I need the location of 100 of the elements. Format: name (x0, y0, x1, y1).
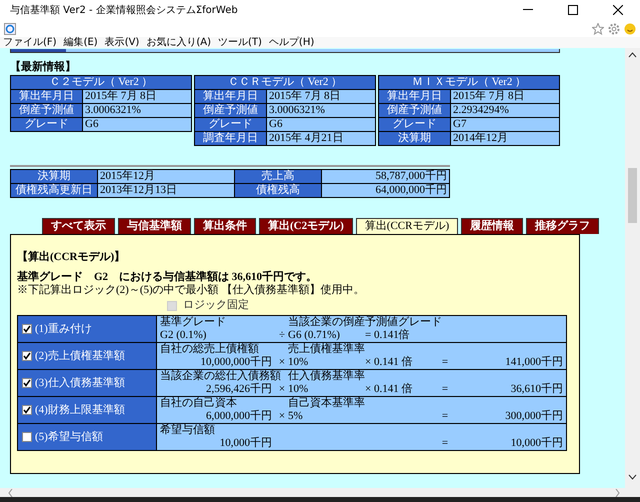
value-cell: 2014年12月 (450, 132, 560, 146)
operator: × (278, 410, 286, 423)
label-cell: 倒産予測値 (194, 104, 266, 118)
value-cell: 2015年 7月 8日 (82, 90, 192, 104)
section-heading: 【最新情報】 (10, 61, 77, 74)
tab[interactable]: 算出(CCRモデル) (356, 218, 458, 234)
row-label: (5)希望与信額 (35, 430, 103, 444)
rate-value: 5% (288, 410, 304, 423)
menu-item[interactable]: ツール(T) (218, 37, 262, 48)
amount-value: 6,000,000千円 (205, 410, 273, 423)
field-label: 自己資本基準率 (288, 397, 366, 410)
value-cell: 3.0006321% (82, 104, 192, 118)
field-label: 売上債権基準率 (288, 343, 366, 356)
close-icon[interactable] (612, 5, 622, 15)
scroll-down-icon[interactable] (628, 474, 637, 480)
row-label: (2)売上債権基準額 (35, 350, 125, 362)
value-cell: G6 (82, 118, 192, 132)
menu-item[interactable]: ヘルプ(H) (268, 37, 314, 48)
amount-value: 2,596,426千円 (205, 383, 273, 396)
factor-value: × 0.141 倍 (365, 356, 414, 369)
tab[interactable]: すべて表示 (42, 218, 115, 234)
value-cell: 64,000,000千円 (322, 184, 450, 198)
label-cell: グレード (10, 118, 82, 132)
field-label: 基準グレード (160, 316, 227, 329)
label-cell: 売上高 (234, 170, 322, 184)
row-label: (1)重み付け (35, 322, 92, 336)
label-cell: 倒産予測値 (10, 104, 82, 118)
note-text: ※下記算出ロジック(2)～(5)の中で最小額 【仕入債務基準額】使用中。 (17, 284, 366, 297)
result-value: 10,000千円 (510, 437, 563, 450)
operator: × (278, 383, 286, 396)
label-cell: グレード (378, 118, 450, 132)
label-cell: 決算期 (378, 132, 450, 146)
panel-heading: 【算出(CCRモデル)】 (17, 251, 126, 264)
menu-item[interactable]: お気に入り(A) (146, 37, 211, 48)
scroll-thumb[interactable] (628, 168, 637, 223)
value-cell: 2015年 7月 8日 (266, 90, 376, 104)
result-text: 基準グレード G2 における与信基準額は 36,610千円です。 (17, 271, 318, 284)
label-cell: 算出年月日 (378, 90, 450, 104)
row-checkbox[interactable] (22, 324, 32, 334)
value-cell: 2015年12月 (98, 170, 235, 184)
row-checkbox[interactable] (22, 351, 32, 361)
operator: × (278, 356, 286, 369)
scroll-up-icon[interactable] (628, 52, 637, 58)
minimize-icon[interactable] (522, 9, 532, 11)
field-label: 希望与信額 (160, 424, 216, 437)
row-label: (3)仕入債務基準額 (35, 376, 125, 390)
equals-sign: = (440, 383, 450, 396)
field-label: 自社の総売上債権額 (160, 343, 260, 356)
value-cell: 2013年12月13日 (98, 184, 235, 198)
value-cell: 2.2934294% (450, 104, 560, 118)
label-cell: 倒産予測値 (378, 104, 450, 118)
equals-sign: = (440, 356, 450, 369)
gear-icon[interactable] (608, 22, 620, 34)
row-checkbox[interactable] (22, 405, 32, 415)
value-cell: G7 (450, 118, 560, 132)
rate-value: 10% (288, 383, 310, 396)
label-cell: 算出年月日 (194, 90, 266, 104)
browser-icon[interactable] (4, 22, 16, 34)
label-cell: 算出年月日 (10, 90, 82, 104)
table-header: ＭＩＸモデル（ Ver2 ） (378, 76, 560, 90)
operator: ÷ (278, 329, 286, 342)
factor-value: × 0.141 倍 (365, 383, 414, 396)
row-checkbox[interactable] (22, 378, 32, 388)
label-cell: 債権残高 (234, 184, 322, 198)
value-cell: 58,787,000千円 (322, 170, 450, 184)
tab[interactable]: 算出(C2モデル) (259, 218, 353, 234)
label-cell: 決算期 (10, 170, 98, 184)
maximize-icon[interactable] (568, 5, 578, 15)
label-cell: グレード (194, 118, 266, 132)
window-title: 与信基準額 Ver2 - 企業情報照会システムΣforWeb (10, 4, 239, 16)
tab[interactable]: 算出条件 (194, 218, 256, 234)
value-cell: G6 (266, 118, 376, 132)
rate-value: 10% (288, 356, 310, 369)
field-label: 自社の自己資本 (160, 397, 238, 410)
row-checkbox[interactable] (22, 432, 32, 442)
equals-sign: = (440, 437, 450, 450)
label-cell: 調査年月日 (194, 132, 266, 146)
menu-item[interactable]: 編集(E) (64, 37, 98, 48)
smiley-icon[interactable] (624, 22, 636, 34)
label-cell: 債権残高更新日 (10, 184, 98, 198)
table-header: ＣＣＲモデル（ Ver2 ） (194, 76, 376, 90)
amount-value: 10,000千円 (218, 437, 273, 450)
rate-value: G6 (0.71%) (288, 329, 341, 342)
tab[interactable]: 与信基準額 (118, 218, 191, 234)
star-icon[interactable] (592, 22, 604, 34)
menu-item[interactable]: 表示(V) (104, 37, 140, 48)
result-value: 141,000千円 (504, 356, 563, 369)
tab[interactable]: 推移グラフ (526, 218, 600, 234)
field-label: 当該企業の総仕入債務額 (160, 370, 282, 383)
row-label: (4)財務上限基準額 (35, 404, 125, 416)
field-label: 仕入債務基準率 (288, 370, 366, 383)
checkbox-label: ロジック固定 (183, 299, 249, 312)
tab[interactable]: 履歴情報 (461, 218, 524, 234)
amount-value: 10,000,000千円 (200, 356, 273, 369)
amount-value: G2 (0.1%) (160, 329, 208, 342)
factor-value: = 0.141倍 (365, 329, 411, 342)
value-cell: 2015年 4月21日 (266, 132, 376, 146)
field-label: 当該企業の倒産予測値グレード (288, 316, 443, 329)
menu-item[interactable]: ファイル(F) (3, 37, 57, 48)
result-value: 300,000千円 (504, 410, 563, 423)
